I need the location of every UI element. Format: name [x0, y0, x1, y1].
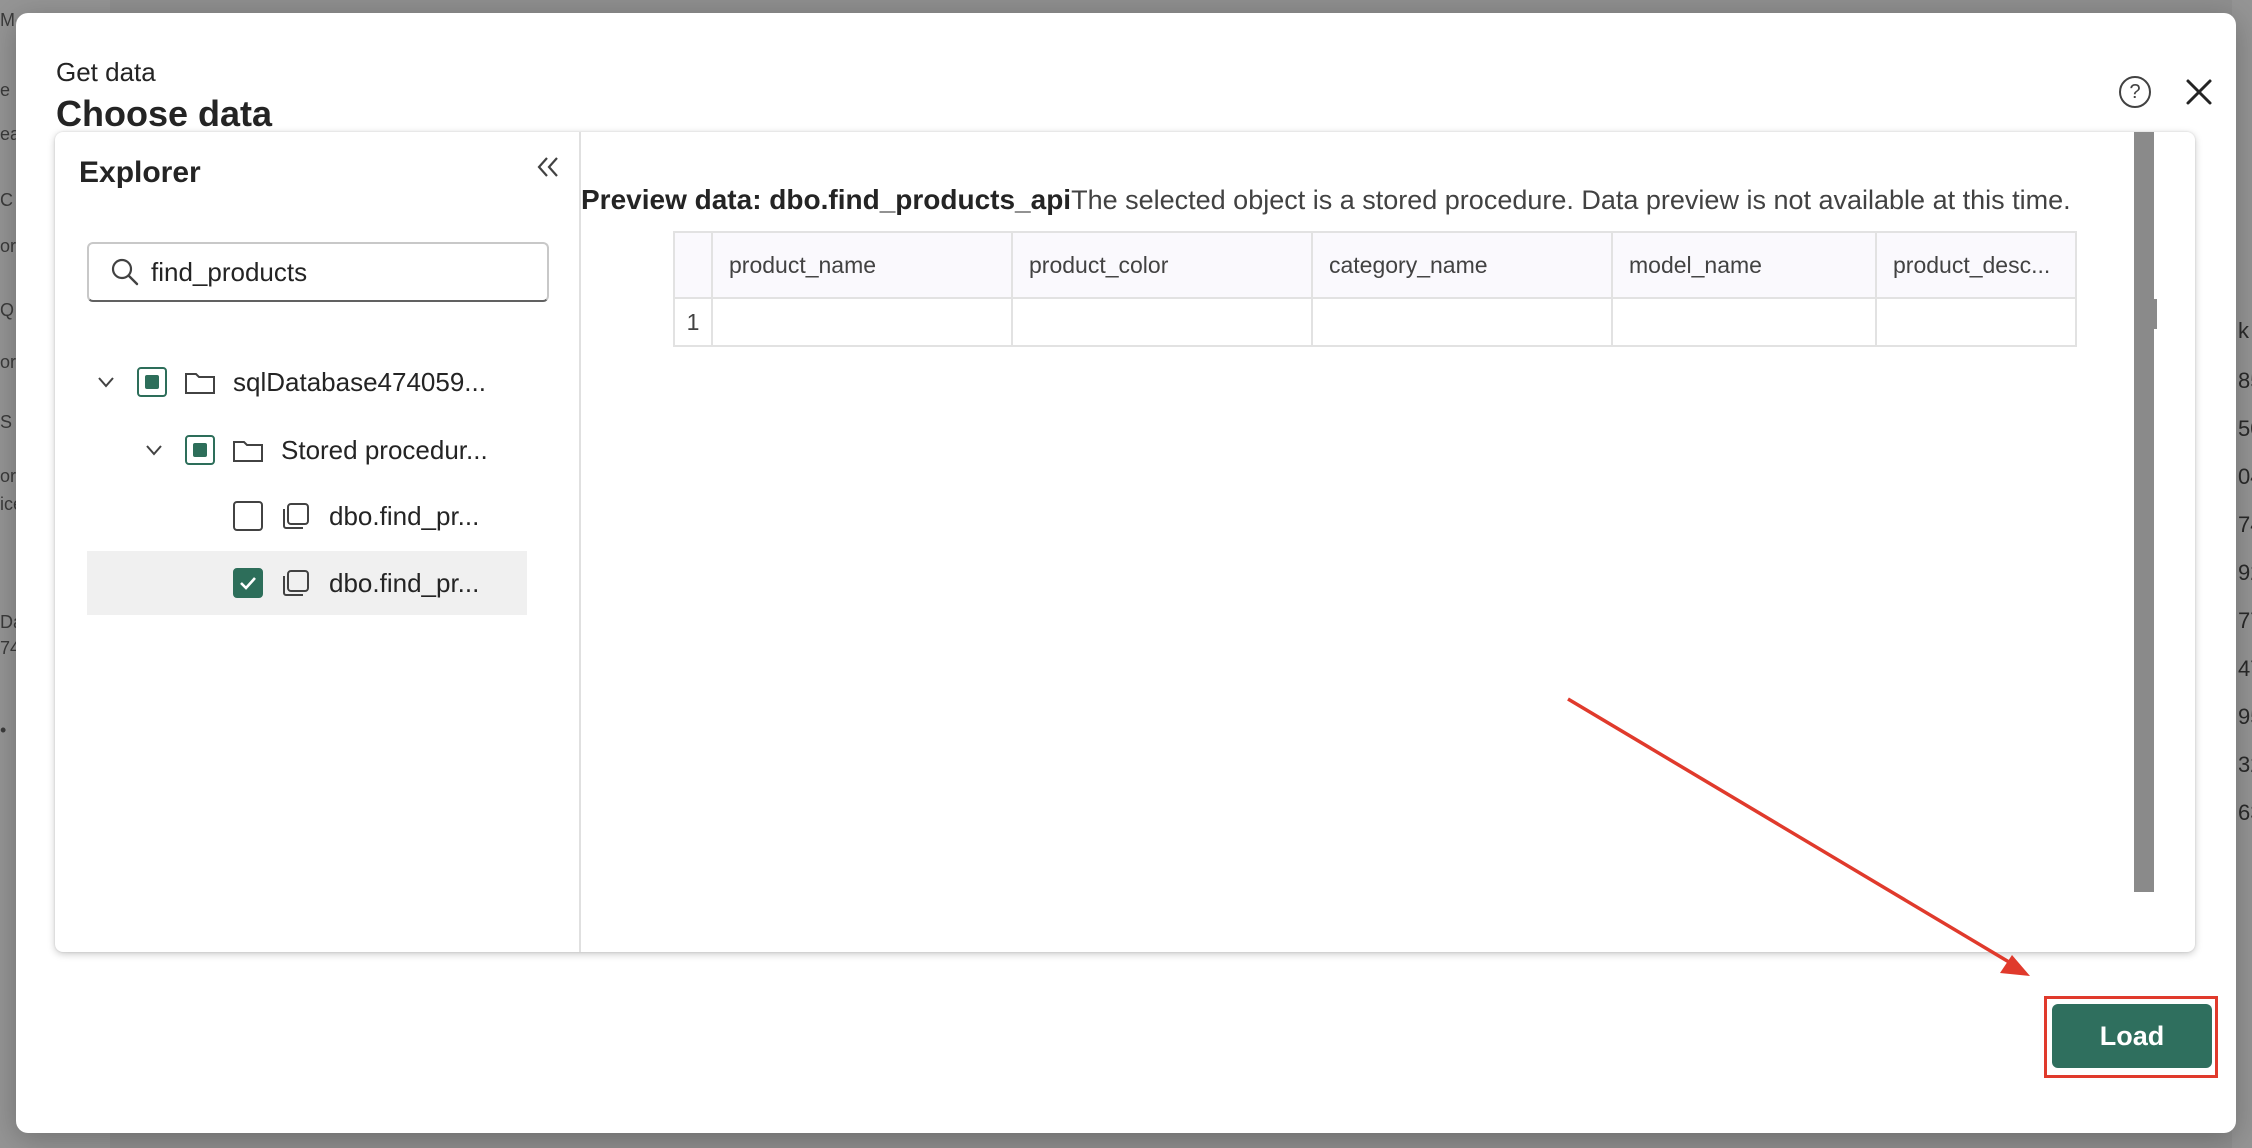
table-cell[interactable]: [711, 297, 1013, 347]
background-text: ork: [0, 352, 16, 372]
tree-item-procedure-selected[interactable]: dbo.find_pr...: [87, 551, 527, 615]
folder-icon: [185, 373, 215, 394]
preview-table: product_name product_color category_name…: [673, 231, 2077, 347]
background-text: 74: [0, 638, 16, 658]
background-text: •: [0, 720, 7, 740]
tree-item-stored-procedures[interactable]: Stored procedur...: [143, 418, 488, 482]
table-row: 1: [673, 297, 2077, 347]
chevron-down-icon[interactable]: [143, 439, 165, 461]
search-input[interactable]: [151, 256, 511, 288]
column-header[interactable]: product_name: [711, 231, 1013, 299]
background-text: 32: [2238, 752, 2252, 777]
tree-item-label: sqlDatabase474059...: [233, 366, 486, 397]
background-text: ice: [0, 494, 16, 514]
load-button[interactable]: Load: [2052, 1004, 2212, 1068]
get-data-dialog: Get data Choose data ? Explorer find_pro…: [16, 13, 2236, 1133]
background-text: 63: [2238, 800, 2252, 825]
table-cell[interactable]: [1011, 297, 1313, 347]
folder-icon: [233, 441, 263, 462]
collapse-pane-button[interactable]: [533, 152, 563, 182]
background-text: C: [0, 190, 13, 210]
background-text: Da: [0, 612, 16, 632]
close-icon: [2186, 79, 2212, 105]
column-header[interactable]: model_name: [1611, 231, 1877, 299]
background-text: 77: [2238, 608, 2252, 633]
background-text: S: [0, 412, 13, 432]
double-chevron-left-icon: [537, 157, 558, 177]
background-text: e: [0, 80, 11, 100]
background-text: 04: [2238, 464, 2252, 489]
column-header[interactable]: category_name: [1311, 231, 1613, 299]
checkbox-partial[interactable]: [185, 435, 215, 465]
annotation-arrow-icon: [1567, 697, 2030, 976]
preview-title: Preview data: dbo.find_products_api: [581, 184, 1072, 215]
column-header[interactable]: product_color: [1011, 231, 1313, 299]
checkbox-checked[interactable]: [233, 568, 263, 598]
row-number: 1: [673, 297, 713, 347]
row-number-header: [673, 231, 713, 299]
dialog-subtitle: Get data: [56, 57, 156, 87]
background-text: k: [2238, 318, 2249, 343]
table-cell[interactable]: [1611, 297, 1877, 347]
checkbox-unchecked[interactable]: [233, 501, 263, 531]
table-cell[interactable]: [1311, 297, 1613, 347]
background-text: 92: [2238, 560, 2252, 585]
background-text: 50: [2238, 416, 2252, 441]
search-box: [87, 242, 549, 302]
background-text: 85: [2238, 368, 2252, 393]
explorer-title: Explorer: [79, 156, 201, 189]
background-text: 47: [2238, 656, 2252, 681]
background-text: ea: [0, 124, 16, 144]
background-text: or: [0, 236, 16, 256]
background-text: 95: [2238, 704, 2252, 729]
explorer-pane: Explorer find_products sqlDatabase474059…: [55, 132, 581, 952]
background-text: 74: [2238, 512, 2252, 537]
tree-item-procedure[interactable]: dbo.find_pr...: [233, 484, 479, 548]
background-text: Mc: [0, 10, 16, 30]
preview-note: The selected object is a stored procedur…: [1071, 185, 2071, 215]
help-icon: ?: [2129, 80, 2141, 103]
help-button[interactable]: ?: [2119, 76, 2151, 108]
stored-procedure-icon: [283, 570, 309, 596]
dialog-title: Choose data: [56, 93, 273, 134]
column-header[interactable]: product_desc...: [1875, 231, 2077, 299]
checkbox-partial[interactable]: [137, 367, 167, 397]
table-header-row: product_name product_color category_name…: [673, 231, 2077, 299]
tree-item-label: dbo.find_pr...: [329, 500, 480, 531]
stored-procedure-icon: [283, 503, 309, 529]
background-text: ori: [0, 466, 16, 486]
vertical-scrollbar[interactable]: [2134, 132, 2154, 892]
preview-heading: Preview data: dbo.find_products_apiThe s…: [581, 184, 2071, 216]
chevron-down-icon[interactable]: [95, 371, 117, 393]
tree-item-label: Stored procedur...: [281, 434, 488, 465]
checkmark-icon: [240, 577, 256, 590]
close-button[interactable]: [2180, 73, 2218, 111]
tree-item-label: dbo.find_pr...: [329, 567, 480, 598]
table-cell[interactable]: [1875, 297, 2077, 347]
background-text: Q: [0, 300, 15, 320]
tree-item-database[interactable]: sqlDatabase474059...: [95, 350, 486, 414]
search-icon: [111, 258, 139, 286]
